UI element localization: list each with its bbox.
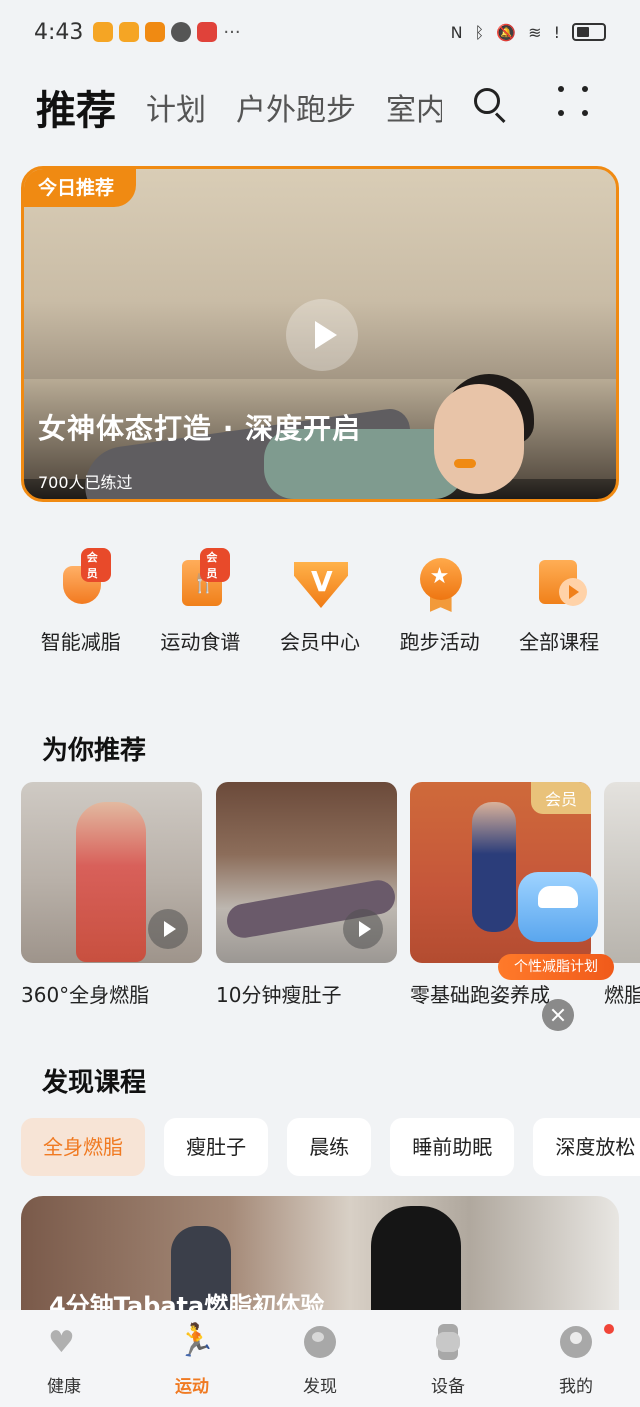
course-filter-chips: 全身燃脂 瘦肚子 晨练 睡前助眠 深度放松 xyxy=(21,1118,640,1176)
quick-entry-label: 跑步活动 xyxy=(399,630,480,654)
vip-icon xyxy=(290,552,350,612)
weibo-notification-icon xyxy=(119,22,140,42)
hero-banner[interactable]: 今日推荐 女神体态打造 · 深度开启 700人已练过 xyxy=(21,166,619,502)
quick-entry-running-events[interactable]: 跑步活动 xyxy=(380,552,500,672)
watch-icon xyxy=(430,1324,466,1360)
status-time: 4:43 xyxy=(34,19,84,45)
more-notifications-icon: ··· xyxy=(223,21,241,43)
chip-morning[interactable]: 晨练 xyxy=(287,1118,372,1176)
play-icon xyxy=(148,909,188,949)
course-title: 10分钟瘦肚子 xyxy=(216,983,342,1007)
recommend-card[interactable]: 10分钟瘦肚子 xyxy=(216,782,397,1008)
course-thumbnail xyxy=(216,782,397,963)
vip-badge: 会员 xyxy=(530,782,591,814)
fat-burn-icon: 会员 xyxy=(51,548,111,612)
app-notification-icon xyxy=(171,22,192,42)
course-title: 燃脂 xyxy=(604,983,640,1007)
heart-icon: ♥ xyxy=(48,1325,75,1360)
chip-full-body-burn[interactable]: 全身燃脂 xyxy=(21,1118,145,1176)
quick-entry-label: 智能减脂 xyxy=(40,630,121,654)
quick-entry-recipe[interactable]: 会员 运动食谱 xyxy=(141,548,261,672)
scale-icon xyxy=(518,872,598,942)
carousel-indicator xyxy=(454,459,476,468)
top-tab-bar: 推荐 计划 户外跑步 室内 xyxy=(0,70,640,144)
mute-icon: 🔕 xyxy=(496,22,517,42)
nav-label: 发现 xyxy=(303,1377,337,1397)
quick-entry-all-courses[interactable]: 全部课程 xyxy=(499,552,619,672)
tab-plan[interactable]: 计划 xyxy=(146,85,206,129)
bluetooth-icon: ᛒ xyxy=(474,22,485,42)
quick-entry-label: 会员中心 xyxy=(279,630,360,654)
quick-entry-fat-loss[interactable]: 会员 智能减脂 xyxy=(21,548,141,672)
nav-discover[interactable]: 发现 xyxy=(256,1310,384,1407)
section-title-recommend: 为你推荐 xyxy=(42,736,147,766)
battery-icon xyxy=(572,23,606,41)
nav-label: 健康 xyxy=(47,1377,81,1397)
course-thumbnail xyxy=(21,782,202,963)
course-banner[interactable]: 4分钟Tabata燃脂初体验 xyxy=(21,1196,619,1310)
status-bar: 4:43 ··· N ᛒ 🔕 ≋ ! xyxy=(0,0,640,64)
course-banner-title: 4分钟Tabata燃脂初体验 xyxy=(49,1292,325,1310)
nfc-icon: N xyxy=(450,22,463,42)
play-icon xyxy=(343,909,383,949)
nav-label: 我的 xyxy=(559,1377,593,1397)
search-icon[interactable] xyxy=(470,84,510,124)
course-icon xyxy=(529,552,589,612)
app-notification-icon xyxy=(197,22,218,42)
weibo-notification-icon xyxy=(93,22,114,42)
globe-icon xyxy=(302,1324,338,1360)
chip-deep-relax[interactable]: 深度放松 xyxy=(533,1118,640,1176)
nav-label: 设备 xyxy=(431,1377,465,1397)
wifi-icon: ≋ xyxy=(528,22,542,42)
course-title: 360°全身燃脂 xyxy=(21,983,150,1007)
search-icon-circle xyxy=(474,88,500,114)
chip-sleep-aid[interactable]: 睡前助眠 xyxy=(390,1118,515,1176)
hero-title: 女神体态打造 · 深度开启 xyxy=(38,412,362,445)
nav-me[interactable]: 我的 xyxy=(512,1310,640,1407)
today-recommend-badge: 今日推荐 xyxy=(24,169,137,207)
grid-dots-icon[interactable] xyxy=(558,86,592,120)
quick-entry-label: 全部课程 xyxy=(519,630,600,654)
nav-health[interactable]: ♥ 健康 xyxy=(0,1310,128,1407)
play-icon[interactable] xyxy=(286,299,358,371)
bottom-nav: ♥ 健康 🏃 运动 发现 设备 我的 xyxy=(0,1310,640,1407)
nav-sport[interactable]: 🏃 运动 xyxy=(128,1310,256,1407)
recipe-icon: 会员 xyxy=(170,548,231,612)
hero-figure-head xyxy=(434,384,524,494)
profile-icon xyxy=(558,1324,594,1360)
quick-entry-row: 会员 智能减脂 会员 运动食谱 会员中心 跑步活动 全部课程 xyxy=(21,548,619,672)
tab-indoor[interactable]: 室内 xyxy=(386,85,442,129)
search-icon-handle xyxy=(494,112,506,124)
video-notification-icon xyxy=(145,22,166,42)
tab-recommend[interactable]: 推荐 xyxy=(36,78,116,136)
vip-tag: 会员 xyxy=(200,548,231,582)
weight-loss-plan-promo[interactable]: 个性减脂计划 xyxy=(498,862,616,980)
vip-tag: 会员 xyxy=(80,548,111,582)
notification-icons: ··· xyxy=(93,21,241,43)
nav-device[interactable]: 设备 xyxy=(384,1310,512,1407)
recommend-card[interactable]: 360°全身燃脂 xyxy=(21,782,202,1008)
runner-icon: 🏃 xyxy=(176,1321,216,1359)
quick-entry-vip-center[interactable]: 会员中心 xyxy=(260,552,380,672)
system-status-icons: N ᛒ 🔕 ≋ ! xyxy=(451,23,606,42)
tab-outdoor-run[interactable]: 户外跑步 xyxy=(236,85,356,129)
chip-slim-belly[interactable]: 瘦肚子 xyxy=(164,1118,269,1176)
nav-label: 运动 xyxy=(175,1377,209,1397)
medal-icon xyxy=(410,552,470,612)
close-icon[interactable] xyxy=(542,999,574,1031)
unread-dot xyxy=(604,1324,614,1334)
alert-icon: ! xyxy=(553,22,560,42)
promo-label: 个性减脂计划 xyxy=(498,954,614,980)
quick-entry-label: 运动食谱 xyxy=(160,630,241,654)
section-title-discover: 发现课程 xyxy=(42,1068,147,1098)
hero-participants: 700人已练过 xyxy=(38,473,133,492)
